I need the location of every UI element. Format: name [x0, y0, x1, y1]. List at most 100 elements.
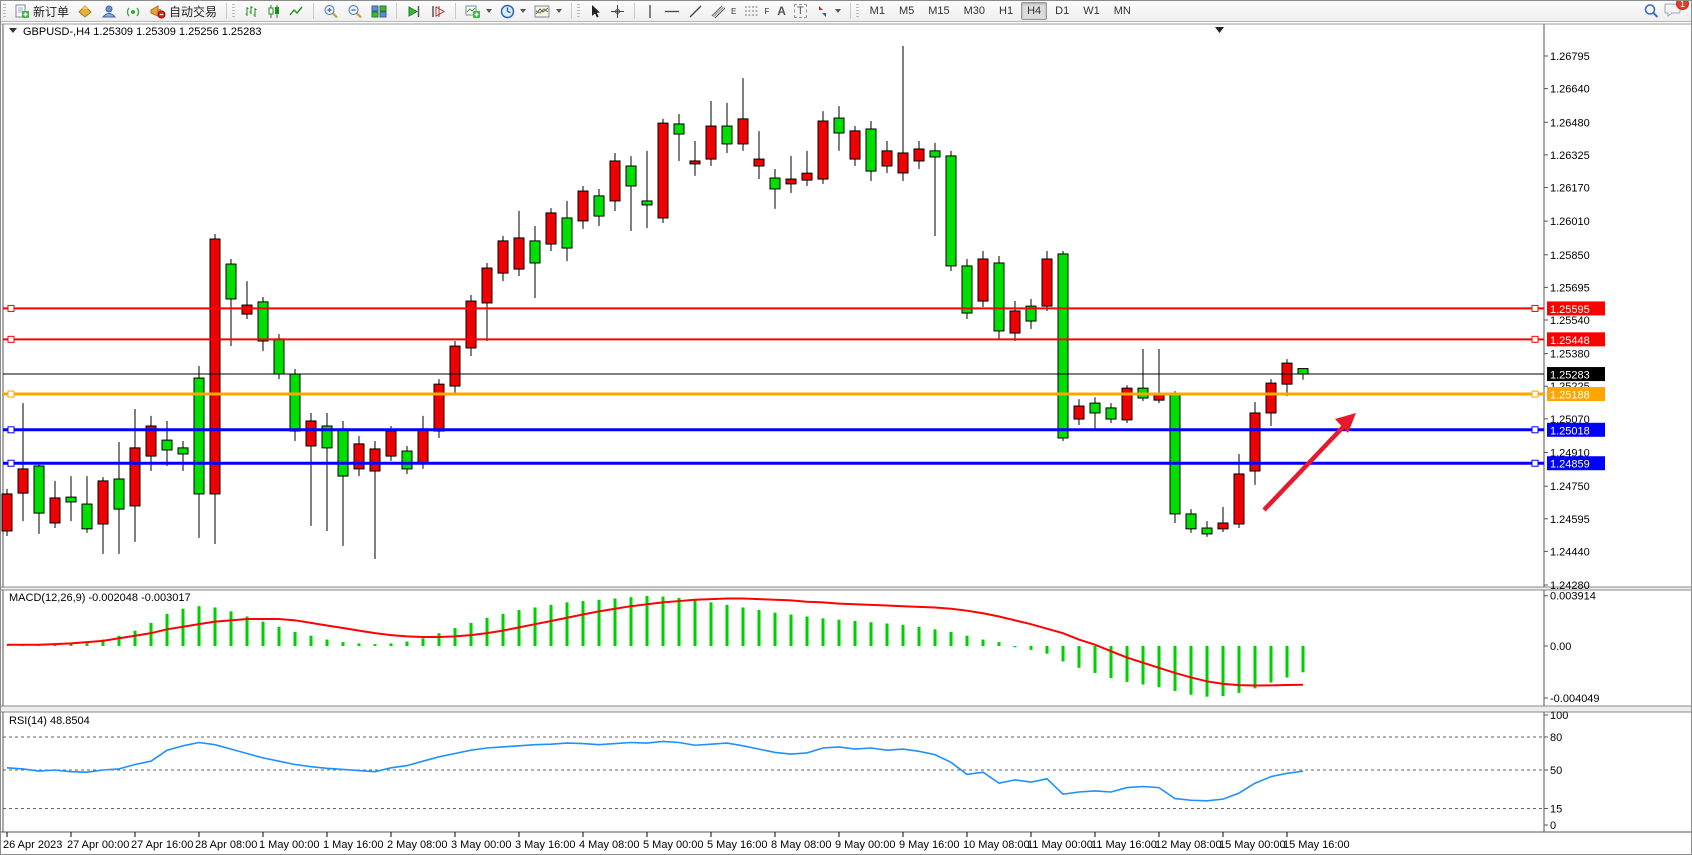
chevron-down-icon: [835, 9, 841, 13]
crosshair-icon: [610, 4, 625, 19]
candle-body: [722, 126, 732, 144]
horizontal-line-button[interactable]: [660, 2, 684, 21]
new-chart-button[interactable]: [461, 2, 496, 21]
price-badge-label: 1.25188: [1550, 390, 1590, 402]
timeframe-button-d1[interactable]: D1: [1049, 2, 1075, 20]
separator: [850, 3, 851, 19]
trendline-button[interactable]: [684, 2, 707, 21]
time-axis-label: 10 May 08:00: [963, 839, 1030, 851]
candle-body: [162, 440, 172, 450]
timeframe-button-w1[interactable]: W1: [1077, 2, 1106, 20]
deposit-button[interactable]: [73, 2, 97, 21]
time-axis-label: 1 May 16:00: [323, 839, 384, 851]
candle-body: [1266, 383, 1276, 413]
community-button[interactable]: [97, 2, 121, 21]
symbol-title: GBPUSD-,H4 1.25309 1.25309 1.25256 1.252…: [9, 26, 262, 38]
channel-button[interactable]: E: [707, 2, 740, 21]
candle-body: [82, 504, 92, 529]
line-handle[interactable]: [1532, 427, 1538, 433]
chart-shift-button[interactable]: [426, 2, 450, 21]
line-handle[interactable]: [8, 460, 14, 466]
candle-body: [834, 118, 844, 133]
time-axis-label: 11 May 16:00: [1091, 839, 1157, 851]
vertical-line-icon: [644, 4, 656, 19]
candle-body: [274, 339, 284, 374]
arrows-button[interactable]: [811, 2, 845, 21]
text-button[interactable]: A: [773, 2, 790, 20]
price-badge: 1.24859: [1547, 456, 1605, 471]
search-button[interactable]: [1639, 1, 1664, 21]
chat-button[interactable]: 1: [1664, 1, 1683, 21]
candle-body: [18, 469, 28, 493]
rsi-label: RSI(14) 48.8504: [9, 715, 90, 727]
separator: [313, 3, 314, 19]
price-badge-label: 1.25595: [1550, 304, 1590, 316]
chart-area[interactable]: 1.267951.266401.264801.263251.261701.260…: [1, 22, 1692, 855]
tile-windows-button[interactable]: [367, 2, 391, 21]
fibonacci-button[interactable]: F: [740, 2, 773, 21]
bar-chart-button[interactable]: [239, 2, 262, 21]
mt4-window: 新订单 自动交易: [0, 0, 1692, 855]
toolbar-grip[interactable]: [3, 4, 6, 18]
auto-scroll-button[interactable]: [402, 2, 426, 21]
separator: [634, 3, 635, 19]
line-chart-button[interactable]: [285, 2, 308, 21]
toolbar-grip[interactable]: [577, 4, 580, 18]
timeframe-button-m30[interactable]: M30: [958, 2, 991, 20]
price-badge: 1.25283: [1547, 367, 1605, 382]
lines-group: E F A T: [638, 1, 847, 22]
candle: [1058, 251, 1068, 441]
line-handle[interactable]: [1532, 391, 1538, 397]
price-axis-label: 1.24440: [1550, 546, 1590, 558]
line-handle[interactable]: [8, 305, 14, 311]
vertical-line-button[interactable]: [640, 2, 660, 21]
candle: [2, 489, 12, 536]
text-label-button[interactable]: T: [790, 2, 811, 20]
candle-body: [594, 196, 604, 216]
cursor-button[interactable]: [584, 2, 606, 21]
line-handle[interactable]: [8, 336, 14, 342]
timeframe-button-h1[interactable]: H1: [993, 2, 1019, 20]
zoom-group: [317, 1, 393, 22]
candle: [466, 295, 476, 356]
toolbar: 新订单 自动交易: [1, 1, 1692, 22]
pane-separator[interactable]: [1, 706, 1692, 712]
crosshair-button[interactable]: [606, 2, 629, 21]
line-handle[interactable]: [8, 391, 14, 397]
rsi-axis-label: 50: [1550, 765, 1562, 777]
price-badge: 1.25188: [1547, 387, 1605, 402]
zoom-in-button[interactable]: [319, 2, 343, 21]
zoom-out-button[interactable]: [343, 2, 367, 21]
timeframe-button-m15[interactable]: M15: [922, 2, 955, 20]
price-badge: 1.25018: [1547, 423, 1605, 438]
rsi-axis-label: 15: [1550, 804, 1562, 816]
template-button[interactable]: [530, 2, 566, 21]
line-handle[interactable]: [1532, 336, 1538, 342]
gold-icon: [77, 4, 93, 19]
line-handle[interactable]: [8, 427, 14, 433]
price-axis-label: 1.24750: [1550, 481, 1590, 493]
line-handle[interactable]: [1532, 305, 1538, 311]
auto-trading-button[interactable]: 自动交易: [145, 1, 221, 22]
price-axis-label: 1.25380: [1550, 349, 1590, 361]
toolbar-grip[interactable]: [232, 4, 235, 18]
candle-body: [530, 241, 540, 263]
signals-button[interactable]: [121, 2, 145, 21]
candle: [658, 119, 668, 223]
timeframe-button-m1[interactable]: M1: [864, 2, 891, 20]
time-axis-label: 3 May 16:00: [515, 839, 576, 851]
new-order-button[interactable]: 新订单: [10, 1, 73, 22]
timeframe-button-mn[interactable]: MN: [1108, 2, 1137, 20]
candlestick-button[interactable]: [262, 2, 285, 21]
timeframe-button-m5[interactable]: M5: [893, 2, 920, 20]
candle-body: [930, 151, 940, 157]
line-handle[interactable]: [1532, 460, 1538, 466]
separator: [455, 3, 456, 19]
candle-body: [98, 481, 108, 524]
period-button[interactable]: [496, 2, 530, 21]
toolbar-grip[interactable]: [856, 4, 859, 18]
candle-body: [738, 119, 748, 144]
candle-body: [1058, 254, 1068, 438]
candle-body: [2, 494, 12, 531]
timeframe-button-h4[interactable]: H4: [1021, 2, 1047, 20]
